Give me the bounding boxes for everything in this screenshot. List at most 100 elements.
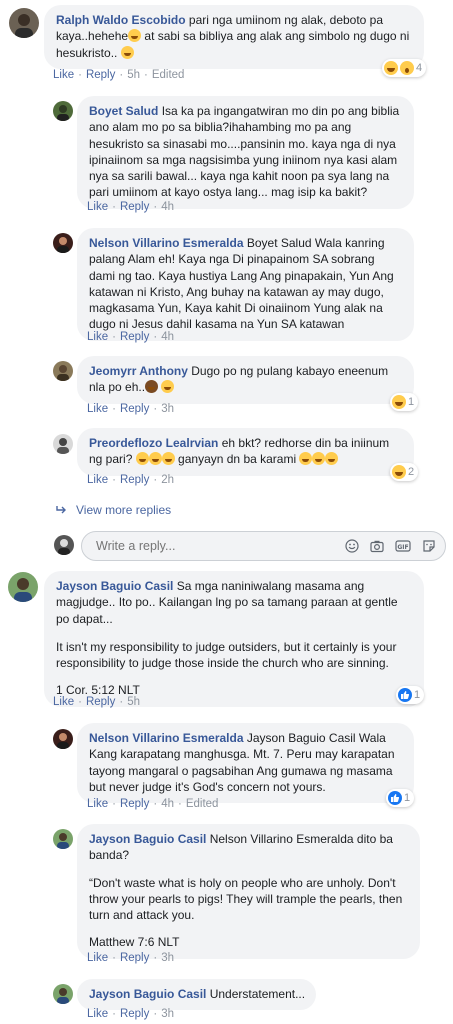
commenter-name[interactable]: Jayson Baguio Casil	[56, 579, 173, 593]
timestamp[interactable]: 3h	[161, 952, 174, 964]
like-link[interactable]: Like	[87, 1008, 108, 1020]
comment-actions: Like · Reply · 3h	[87, 952, 174, 964]
reply-link[interactable]: Reply	[120, 403, 149, 415]
avatar[interactable]	[53, 829, 73, 849]
reply-link[interactable]: Reply	[120, 798, 149, 810]
reaction-summary[interactable]: 1	[386, 789, 415, 807]
commenter-name[interactable]: Ralph Waldo Escobido	[56, 13, 186, 27]
reply-arrow-icon	[56, 506, 66, 514]
like-link[interactable]: Like	[53, 69, 74, 81]
like-link[interactable]: Like	[87, 952, 108, 964]
comment-text: Isa ka pa ingangatwiran mo din po ang bi…	[89, 104, 400, 200]
timestamp[interactable]: 4h	[161, 331, 174, 343]
haha-reaction-icon	[384, 61, 398, 75]
avatar[interactable]	[53, 361, 73, 381]
comment-bubble: Jeomyrr Anthony Dugo po ng pulang kabayo…	[77, 356, 414, 404]
svg-text:GIF: GIF	[397, 544, 408, 551]
comment-text: Understatement...	[209, 987, 306, 1001]
commenter-name[interactable]: Jayson Baguio Casil	[89, 832, 206, 846]
comment-bubble: Nelson Villarino Esmeralda Boyet Salud W…	[77, 228, 414, 341]
reaction-summary[interactable]: 1	[390, 393, 419, 411]
comment-actions: Like · Reply · 3h	[87, 1008, 174, 1020]
reply-box[interactable]: GIF	[81, 531, 446, 561]
laughing-emoji-icon	[135, 452, 149, 466]
commenter-name[interactable]: Boyet Salud	[89, 104, 158, 118]
timestamp[interactable]: 4h	[161, 798, 174, 810]
comment-actions: Like · Reply · 4h	[87, 331, 174, 343]
reaction-summary[interactable]: 2	[390, 463, 419, 481]
commenter-name[interactable]: Nelson Villarino Esmeralda	[89, 731, 244, 745]
like-link[interactable]: Like	[87, 798, 108, 810]
comment-bubble: Ralph Waldo Escobido pari nga umiinom ng…	[44, 5, 424, 69]
camera-icon[interactable]	[370, 539, 384, 553]
laughing-emoji-icon	[161, 452, 175, 466]
avatar[interactable]	[8, 572, 38, 602]
avatar[interactable]	[53, 984, 73, 1004]
comment-text-cont: ganyayn dn ba karami	[174, 452, 300, 467]
laughing-emoji-icon	[325, 452, 339, 466]
wow-reaction-icon	[400, 61, 414, 75]
emoji-icon[interactable]	[345, 539, 359, 553]
like-link[interactable]: Like	[87, 201, 108, 213]
commenter-name[interactable]: Nelson Villarino Esmeralda	[89, 236, 244, 250]
reply-input[interactable]	[94, 538, 318, 554]
timestamp[interactable]: 3h	[161, 1008, 174, 1020]
like-link[interactable]: Like	[87, 474, 108, 486]
avatar[interactable]	[53, 434, 73, 454]
laughing-emoji-icon	[128, 29, 142, 43]
comment-paragraph: “Don't waste what is holy on people who …	[89, 875, 403, 923]
reply-link[interactable]: Reply	[86, 69, 115, 81]
haha-reaction-icon	[392, 395, 406, 409]
commenter-name[interactable]: Preordeflozo Lealrvian	[89, 436, 218, 450]
haha-reaction-icon	[392, 465, 406, 479]
avatar[interactable]	[9, 8, 39, 38]
comment-actions: Like · Reply · 4h · Edited	[87, 798, 219, 810]
reply-link[interactable]: Reply	[86, 696, 115, 708]
comment-bubble: Jayson Baguio Casil Sa mga naniniwalang …	[44, 571, 424, 707]
reaction-summary[interactable]: 1	[396, 686, 425, 704]
reply-link[interactable]: Reply	[120, 952, 149, 964]
avatar	[54, 535, 74, 555]
like-link[interactable]: Like	[53, 696, 74, 708]
smile-emoji-icon	[120, 45, 134, 59]
reply-link[interactable]: Reply	[120, 1008, 149, 1020]
view-more-replies[interactable]: View more replies	[56, 503, 171, 517]
reaction-summary[interactable]: 4	[382, 59, 427, 77]
reply-link[interactable]: Reply	[120, 331, 149, 343]
like-link[interactable]: Like	[87, 403, 108, 415]
reply-link[interactable]: Reply	[120, 201, 149, 213]
reply-link[interactable]: Reply	[120, 474, 149, 486]
comment-bubble: Jayson Baguio Casil Understatement...	[77, 979, 317, 1011]
laughing-emoji-icon	[148, 452, 162, 466]
edited-label[interactable]: Edited	[186, 798, 219, 810]
timestamp[interactable]: 5h	[127, 69, 140, 81]
timestamp[interactable]: 5h	[127, 696, 140, 708]
sticker-icon[interactable]	[422, 539, 436, 553]
avatar[interactable]	[53, 233, 73, 253]
avatar[interactable]	[53, 729, 73, 749]
comment-paragraph: Matthew 7:6 NLT	[89, 935, 180, 950]
view-more-label: View more replies	[76, 503, 172, 517]
like-reaction-icon	[398, 688, 412, 702]
edited-label[interactable]: Edited	[152, 69, 185, 81]
commenter-name[interactable]: Jeomyrr Anthony	[89, 364, 188, 378]
like-link[interactable]: Like	[87, 331, 108, 343]
reaction-count: 2	[408, 466, 415, 478]
comment-bubble: Nelson Villarino Esmeralda Jayson Baguio…	[77, 723, 414, 804]
comment-text: Boyet Salud Wala kanring palang Alam eh!…	[89, 236, 394, 332]
comment-actions: Like · Reply · 5h	[53, 696, 140, 708]
laughing-emoji-icon	[312, 452, 326, 466]
gif-icon[interactable]: GIF	[395, 539, 411, 553]
reaction-count: 1	[404, 792, 411, 804]
avatar[interactable]	[53, 101, 73, 121]
timestamp[interactable]: 4h	[161, 201, 174, 213]
timestamp[interactable]: 3h	[161, 403, 174, 415]
reaction-count: 4	[416, 62, 423, 74]
comment-actions: Like · Reply · 5h · Edited	[53, 69, 185, 81]
grimace-emoji-icon	[161, 380, 175, 394]
comment-bubble: Boyet Salud Isa ka pa ingangatwiran mo d…	[77, 96, 414, 209]
commenter-name[interactable]: Jayson Baguio Casil	[89, 987, 206, 1001]
laughing-emoji-icon	[299, 452, 313, 466]
like-reaction-icon	[388, 791, 402, 805]
timestamp[interactable]: 2h	[161, 474, 174, 486]
